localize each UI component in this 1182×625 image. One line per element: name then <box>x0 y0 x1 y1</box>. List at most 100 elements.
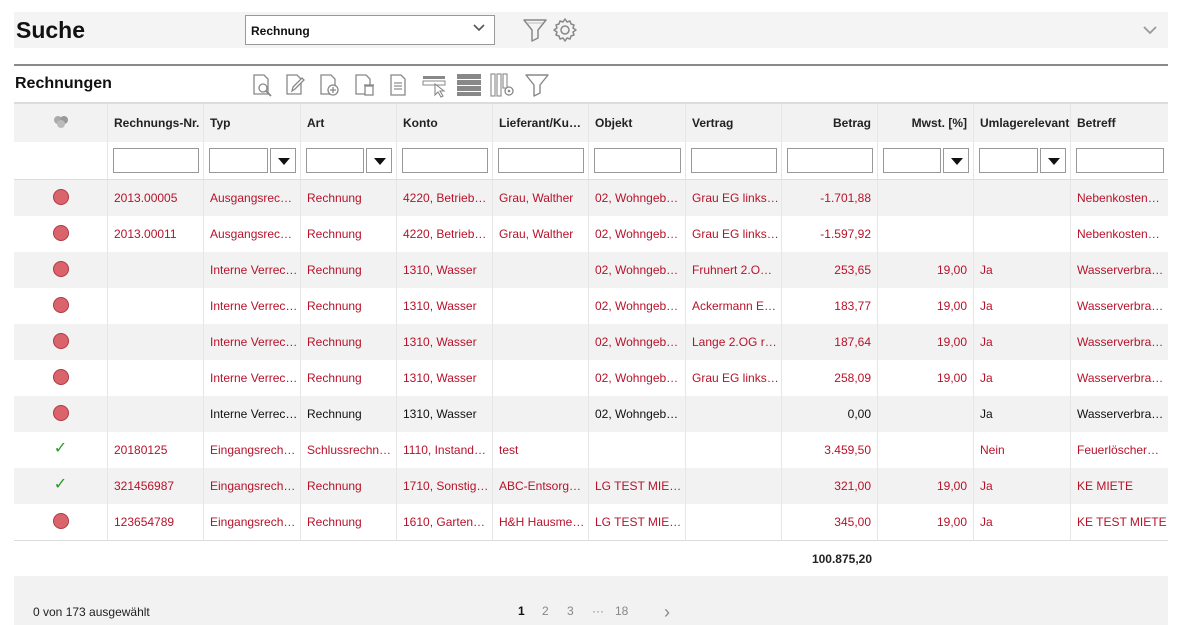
filter-value-box[interactable] <box>883 148 941 173</box>
status-cell: ✓ <box>14 468 108 504</box>
table-cell <box>878 432 974 468</box>
dropdown-arrow-icon[interactable] <box>1040 148 1066 173</box>
gear-icon[interactable] <box>551 16 579 44</box>
filter-icon[interactable] <box>521 16 549 44</box>
column-filter-input[interactable] <box>113 148 199 173</box>
search-title: Suche <box>16 17 86 43</box>
table-cell: Ja <box>974 468 1071 504</box>
filter-cell <box>493 142 589 179</box>
table-cell: -1.597,92 <box>782 216 878 252</box>
table-cell: Rechnung <box>301 504 397 540</box>
filter-value-box[interactable] <box>306 148 364 173</box>
search-query-select[interactable]: Rechnung <box>245 15 495 45</box>
table-cell <box>493 324 589 360</box>
status-cell <box>14 288 108 324</box>
page-link[interactable]: 2 <box>542 604 549 618</box>
table-cell <box>108 252 204 288</box>
page-link[interactable]: 18 <box>615 604 628 618</box>
column-header[interactable]: Typ <box>204 104 301 142</box>
delete-document-icon[interactable] <box>351 72 377 98</box>
column-header[interactable]: Konto <box>397 104 493 142</box>
table-cell: 02, Wohngeb… <box>589 252 686 288</box>
table-cell: 123654789 <box>108 504 204 540</box>
table-cell <box>493 288 589 324</box>
column-header[interactable]: Art <box>301 104 397 142</box>
column-header[interactable]: Umlagerelevant <box>974 104 1071 142</box>
page-link[interactable]: 1 <box>518 604 525 618</box>
next-page-icon[interactable]: › <box>664 602 670 623</box>
column-header[interactable]: Betreff <box>1071 104 1168 142</box>
table-cell: 1110, Instand… <box>397 432 493 468</box>
table-row[interactable]: 2013.00005 Ausgangsrec… Rechnung 4220, Betr… <box>14 180 1168 216</box>
table-cell: KE MIETE <box>1077 479 1134 493</box>
collapse-chevron-icon[interactable] <box>1142 22 1158 38</box>
open-status-icon <box>52 224 69 241</box>
open-status-icon <box>52 188 69 205</box>
filter-cell <box>686 142 782 179</box>
table-row[interactable]: Interne Verrec… Rechnung 1310, Wasser 02, W… <box>14 360 1168 396</box>
column-filter-input[interactable] <box>1076 148 1164 173</box>
table-row[interactable]: ✓ 321456987 Eingangsrech… Rechnung 1710, Son… <box>14 468 1168 504</box>
table-cell: 4220, Betrieb… <box>397 216 493 252</box>
document-search-icon[interactable] <box>249 72 275 98</box>
column-header[interactable]: Mwst. [%] <box>878 104 974 142</box>
column-header[interactable]: Objekt <box>589 104 686 142</box>
page-link[interactable]: 3 <box>567 604 574 618</box>
dropdown-arrow-icon[interactable] <box>943 148 969 173</box>
table-row[interactable]: Interne Verrec… Rechnung 1310, Wasser 02, W… <box>14 252 1168 288</box>
table-cell: Wasserverbra… <box>1077 263 1164 277</box>
table-cell <box>108 324 204 360</box>
column-filter-dropdown[interactable] <box>209 148 296 173</box>
column-filter-dropdown[interactable] <box>883 148 969 173</box>
add-document-icon[interactable] <box>316 72 342 98</box>
column-settings-icon[interactable] <box>490 72 516 98</box>
table-row[interactable]: 123654789 Eingangsrech… Rechnung 1610, Gart… <box>14 504 1168 540</box>
column-filter-input[interactable] <box>787 148 873 173</box>
filter-cell <box>782 142 878 179</box>
column-filter-input[interactable] <box>402 148 488 173</box>
dropdown-arrow-icon[interactable] <box>270 148 296 173</box>
open-status-icon <box>52 332 69 349</box>
status-cell <box>14 360 108 396</box>
table-row[interactable]: Interne Verrec… Rechnung 1310, Wasser 02, W… <box>14 324 1168 360</box>
search-query-value: Rechnung <box>251 24 310 38</box>
table-cell: Rechnung <box>301 396 397 432</box>
table-cell: Grau EG links… <box>686 360 782 396</box>
table-filter-icon[interactable] <box>524 72 550 98</box>
column-header[interactable]: Vertrag <box>686 104 782 142</box>
column-filter-dropdown[interactable] <box>306 148 392 173</box>
filter-cell <box>589 142 686 179</box>
filter-value-box[interactable] <box>209 148 268 173</box>
open-status-icon <box>52 296 69 313</box>
table-cell: LG TEST MIE… <box>589 468 686 504</box>
filter-value-box[interactable] <box>979 148 1038 173</box>
table-row[interactable]: 2013.00011 Ausgangsrec… Rechnung 4220, Betr… <box>14 216 1168 252</box>
table-cell: Ausgangsrec… <box>204 216 301 252</box>
edit-document-icon[interactable] <box>282 72 308 98</box>
column-filter-input[interactable] <box>691 148 777 173</box>
table-cell: Grau EG links… <box>686 180 782 216</box>
table-cell: 02, Wohngeb… <box>589 396 686 432</box>
dropdown-arrow-icon[interactable] <box>366 148 392 173</box>
column-header[interactable]: Lieferant/Kun… <box>493 104 589 142</box>
column-filter-input[interactable] <box>498 148 584 173</box>
column-header[interactable]: Betrag <box>782 104 878 142</box>
column-filter-dropdown[interactable] <box>979 148 1066 173</box>
table-row[interactable]: Interne Verrec… Rechnung 1310, Wasser 02, W… <box>14 288 1168 324</box>
table-row[interactable]: ✓ 20180125 Eingangsrech… Schlussrechn… 1110,… <box>14 432 1168 468</box>
row-view-icon[interactable] <box>456 72 482 98</box>
column-header[interactable]: Rechnungs-Nr. <box>108 104 204 142</box>
table-cell: Wasserverbra… <box>1077 299 1164 313</box>
column-header-status[interactable] <box>14 104 108 142</box>
status-cell <box>14 216 108 252</box>
column-filter-input[interactable] <box>594 148 681 173</box>
select-rows-icon[interactable] <box>421 72 447 98</box>
table-cell <box>493 252 589 288</box>
table-row[interactable]: Interne Verrec… Rechnung 1310, Wasser 02, W… <box>14 396 1168 432</box>
table-cell: Interne Verrec… <box>204 252 301 288</box>
table-cell: 3.459,50 <box>782 432 878 468</box>
table-cell: 19,00 <box>878 252 974 288</box>
document-icon[interactable] <box>385 72 411 98</box>
checkmark-icon: ✓ <box>53 475 68 493</box>
table-cell <box>686 432 782 468</box>
